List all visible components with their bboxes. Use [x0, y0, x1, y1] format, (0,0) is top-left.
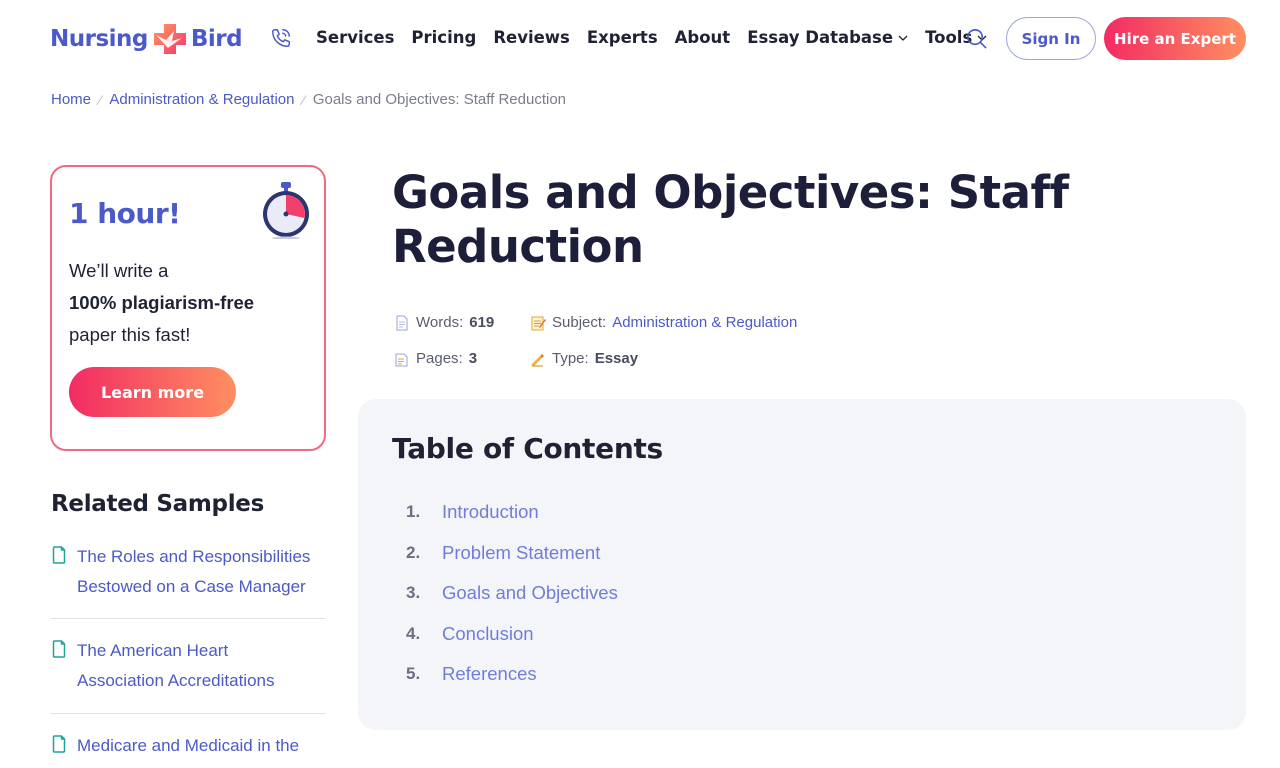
meta-pages: Pages: 3 [394, 350, 477, 367]
toc-title: Table of Contents [392, 432, 663, 465]
meta-subject: Subject: Administration & Regulation [530, 314, 797, 331]
related-sample-link[interactable]: The Roles and Responsibilities Bestowed … [51, 542, 325, 619]
toc-link[interactable]: References [442, 663, 537, 685]
chevron-down-icon [898, 35, 908, 41]
related-samples-title: Related Samples [51, 491, 264, 517]
memo-icon [531, 316, 546, 330]
nav-label: About [674, 28, 731, 47]
related-sample-line: Medicare and Medicaid in the [77, 736, 300, 755]
meta-type: Type: Essay [530, 350, 638, 367]
promo-text: We’ll write a 100% plagiarism-free paper… [69, 255, 254, 351]
breadcrumb-separator: ⁄ [302, 91, 305, 108]
nav-label: Reviews [493, 28, 570, 47]
nav-about[interactable]: About [675, 28, 731, 47]
toc-number: 1. [406, 502, 421, 522]
meta-label: Type: [552, 350, 589, 367]
search-icon[interactable] [965, 27, 988, 50]
promo-line-2: 100% plagiarism-free [69, 292, 255, 313]
meta-label: Subject: [552, 314, 607, 331]
nav-label: Pricing [411, 28, 477, 47]
meta-value: 619 [469, 314, 495, 331]
related-sample-link[interactable]: The American Heart Association Accredita… [51, 636, 325, 714]
logo-text-right: Bird [190, 26, 243, 52]
related-sample-line: The American Heart [77, 641, 229, 660]
related-sample-link[interactable]: Medicare and Medicaid in the [51, 731, 325, 768]
meta-subject-link[interactable]: Administration & Regulation [612, 314, 797, 331]
related-sample-line: Bestowed on a Case Manager [77, 577, 306, 596]
toc-link[interactable]: Goals and Objectives [442, 582, 618, 604]
breadcrumb: Home ⁄ Administration & Regulation ⁄ Goa… [51, 91, 566, 108]
table-of-contents: Table of Contents 1. Introduction 2. Pro… [358, 399, 1246, 730]
related-samples-list: The Roles and Responsibilities Bestowed … [51, 542, 325, 768]
nav-label: Essay Database [747, 28, 894, 47]
logo-text-left: Nursing [50, 26, 148, 52]
nav-reviews[interactable]: Reviews [493, 28, 570, 47]
document-icon [52, 640, 66, 658]
nav-essay-database[interactable]: Essay Database [747, 28, 908, 47]
learn-more-button[interactable]: Learn more [69, 367, 236, 417]
site-header: Nursing Bird Services Pricing Reviews Ex [0, 0, 1280, 78]
nav-label: Services [316, 28, 395, 47]
toc-item[interactable]: 5. References [406, 654, 618, 695]
breadcrumb-home[interactable]: Home [51, 91, 91, 108]
hire-expert-button[interactable]: Hire an Expert [1104, 17, 1246, 60]
meta-label: Pages: [416, 350, 463, 367]
toc-item[interactable]: 2. Problem Statement [406, 533, 618, 574]
main-nav: Services Pricing Reviews Experts About E… [316, 28, 1004, 47]
toc-number: 5. [406, 664, 421, 684]
logo-cross-icon [152, 22, 188, 56]
toc-list: 1. Introduction 2. Problem Statement 3. … [406, 492, 618, 695]
toc-link[interactable]: Introduction [442, 501, 539, 523]
toc-item[interactable]: 1. Introduction [406, 492, 618, 533]
nav-pricing[interactable]: Pricing [411, 28, 476, 47]
document-icon [52, 546, 66, 564]
phone-icon[interactable] [270, 27, 292, 49]
promo-line-3: paper this fast! [69, 324, 191, 345]
related-sample-line: Association Accreditations [77, 671, 275, 690]
promo-title: 1 hour! [69, 197, 181, 230]
nav-label: Experts [586, 28, 658, 47]
related-sample-line: The Roles and Responsibilities [77, 547, 311, 566]
meta-label: Words: [416, 314, 464, 331]
logo[interactable]: Nursing Bird [50, 22, 243, 56]
toc-item[interactable]: 4. Conclusion [406, 614, 618, 655]
page-icon [396, 315, 408, 330]
toc-link[interactable]: Problem Statement [442, 542, 600, 564]
pages-icon [395, 353, 408, 366]
breadcrumb-separator: ⁄ [99, 91, 102, 108]
toc-number: 3. [406, 583, 421, 603]
writing-hand-icon [531, 353, 544, 367]
meta-value: 3 [468, 350, 478, 367]
toc-number: 4. [406, 623, 421, 643]
breadcrumb-current: Goals and Objectives: Staff Reduction [312, 91, 567, 108]
document-icon [52, 735, 66, 753]
toc-number: 2. [406, 542, 421, 562]
breadcrumb-category[interactable]: Administration & Regulation [109, 91, 294, 108]
toc-link[interactable]: Conclusion [442, 623, 534, 645]
promo-line-1: We’ll write a [69, 260, 169, 281]
sign-in-button[interactable]: Sign In [1006, 17, 1096, 60]
toc-item[interactable]: 3. Goals and Objectives [406, 573, 618, 614]
meta-value: Essay [594, 350, 639, 367]
meta-words: Words: 619 [394, 314, 494, 331]
stopwatch-icon [260, 179, 312, 240]
page-title: Goals and Objectives: Staff Reduction [392, 166, 1069, 273]
promo-card: 1 hour! We’ll write a 100% plagiarism-fr… [50, 165, 326, 451]
nav-services[interactable]: Services [316, 28, 394, 47]
nav-experts[interactable]: Experts [587, 28, 658, 47]
